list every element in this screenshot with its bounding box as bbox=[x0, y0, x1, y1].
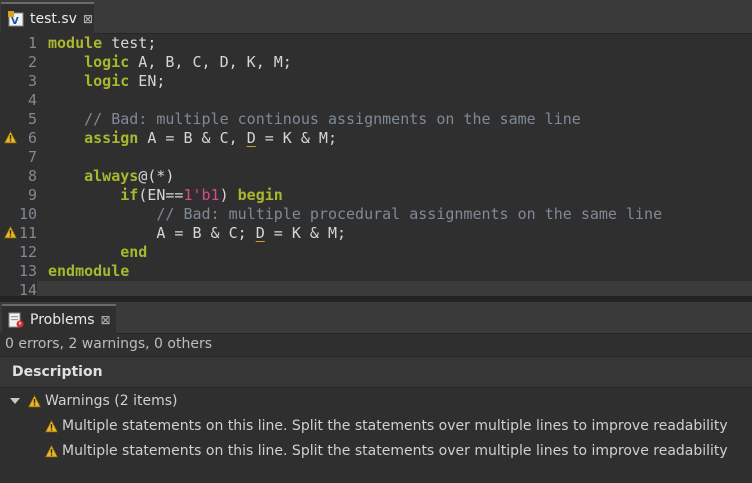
code-area[interactable]: 1 module test; 2 logic A, B, C, D, K, M;… bbox=[0, 34, 752, 300]
close-icon[interactable]: ⊠ bbox=[83, 12, 93, 26]
chevron-down-icon[interactable] bbox=[10, 396, 20, 406]
warning-underline[interactable]: D bbox=[247, 129, 256, 147]
keyword: logic bbox=[84, 53, 130, 71]
code-line: 2 logic A, B, C, D, K, M; bbox=[0, 53, 752, 72]
line-number: 3 bbox=[27, 72, 37, 90]
comment: // Bad: multiple continous assignments o… bbox=[84, 110, 581, 128]
problem-item[interactable]: Multiple statements on this line. Split … bbox=[45, 440, 728, 462]
line-number: 1 bbox=[27, 34, 37, 52]
line-number: 7 bbox=[27, 148, 37, 166]
number-literal: 1'b1 bbox=[183, 186, 220, 204]
code-line: 8 always@(*) bbox=[0, 167, 752, 186]
code-line: 5 // Bad: multiple continous assignments… bbox=[0, 110, 752, 129]
problems-tab-bar: Problems ⊠ bbox=[0, 302, 752, 334]
warning-icon bbox=[45, 444, 58, 457]
warning-underline[interactable]: D bbox=[256, 224, 265, 242]
tree-group-warnings[interactable]: Warnings (2 items) bbox=[10, 390, 178, 412]
warning-icon bbox=[45, 419, 58, 432]
line-number: 6 bbox=[27, 129, 37, 147]
tab-test-sv[interactable]: V test.sv ⊠ bbox=[1, 2, 94, 34]
keyword: module bbox=[48, 34, 103, 52]
line-number: 2 bbox=[27, 53, 37, 71]
tab-label: Problems bbox=[30, 312, 95, 328]
editor: V test.sv ⊠ 1 module test; 2 logic A, B,… bbox=[0, 0, 752, 300]
code-line: 3 logic EN; bbox=[0, 72, 752, 91]
line-number: 13 bbox=[18, 262, 37, 280]
code-line-warning: 11 A = B & C; D = K & M; bbox=[0, 224, 752, 243]
problems-summary: 0 errors, 2 warnings, 0 others bbox=[5, 336, 213, 352]
code-line: 13 endmodule bbox=[0, 262, 752, 281]
tab-problems[interactable]: Problems ⊠ bbox=[2, 304, 116, 334]
keyword: assign bbox=[84, 129, 139, 147]
problems-view: Problems ⊠ 0 errors, 2 warnings, 0 other… bbox=[0, 302, 752, 483]
svg-text:V: V bbox=[11, 16, 19, 27]
code-line: 1 module test; bbox=[0, 34, 752, 53]
line-number: 4 bbox=[27, 91, 37, 109]
code-text: A = B & C, bbox=[138, 129, 247, 147]
code-text: A, B, C, D, K, M; bbox=[129, 53, 292, 71]
code-text: ) bbox=[219, 186, 238, 204]
keyword: if bbox=[120, 186, 139, 204]
keyword: always bbox=[84, 167, 139, 185]
line-number: 11 bbox=[18, 224, 37, 242]
systemverilog-file-icon: V bbox=[8, 11, 24, 27]
code-text: A = B & C; bbox=[156, 224, 256, 242]
problem-item[interactable]: Multiple statements on this line. Split … bbox=[45, 415, 728, 437]
keyword: end bbox=[120, 243, 148, 261]
code-line-warning: 6 assign A = B & C, D = K & M; bbox=[0, 129, 752, 148]
close-icon[interactable]: ⊠ bbox=[101, 313, 111, 327]
line-number: 5 bbox=[27, 110, 37, 128]
code-text: @(*) bbox=[138, 167, 175, 185]
line-number: 12 bbox=[18, 243, 37, 261]
code-text: EN; bbox=[129, 72, 166, 90]
keyword: begin bbox=[237, 186, 283, 204]
column-header-description[interactable]: Description bbox=[0, 356, 752, 388]
line-number: 9 bbox=[27, 186, 37, 204]
code-line: 4 bbox=[0, 91, 752, 110]
code-text: (EN== bbox=[138, 186, 184, 204]
code-line: 12 end bbox=[0, 243, 752, 262]
tab-label: test.sv bbox=[30, 11, 77, 27]
code-text: = K & M; bbox=[255, 129, 337, 147]
editor-tab-bar: V test.sv ⊠ bbox=[0, 0, 752, 34]
tree-group-label: Warnings (2 items) bbox=[45, 393, 178, 409]
warning-icon bbox=[28, 394, 41, 407]
keyword: endmodule bbox=[48, 262, 130, 280]
keyword: logic bbox=[84, 72, 130, 90]
problem-description: Multiple statements on this line. Split … bbox=[62, 443, 728, 459]
code-text: test; bbox=[102, 34, 157, 52]
column-header-label: Description bbox=[12, 364, 103, 380]
problem-description: Multiple statements on this line. Split … bbox=[62, 418, 728, 434]
comment: // Bad: multiple procedural assignments … bbox=[156, 205, 663, 223]
line-number: 10 bbox=[18, 205, 37, 223]
code-line: 9 if(EN==1'b1) begin bbox=[0, 186, 752, 205]
code-line: 7 bbox=[0, 148, 752, 167]
line-number: 8 bbox=[27, 167, 37, 185]
code-line: 10 // Bad: multiple procedural assignmen… bbox=[0, 205, 752, 224]
code-text: = K & M; bbox=[264, 224, 347, 242]
problems-view-icon bbox=[8, 312, 24, 328]
